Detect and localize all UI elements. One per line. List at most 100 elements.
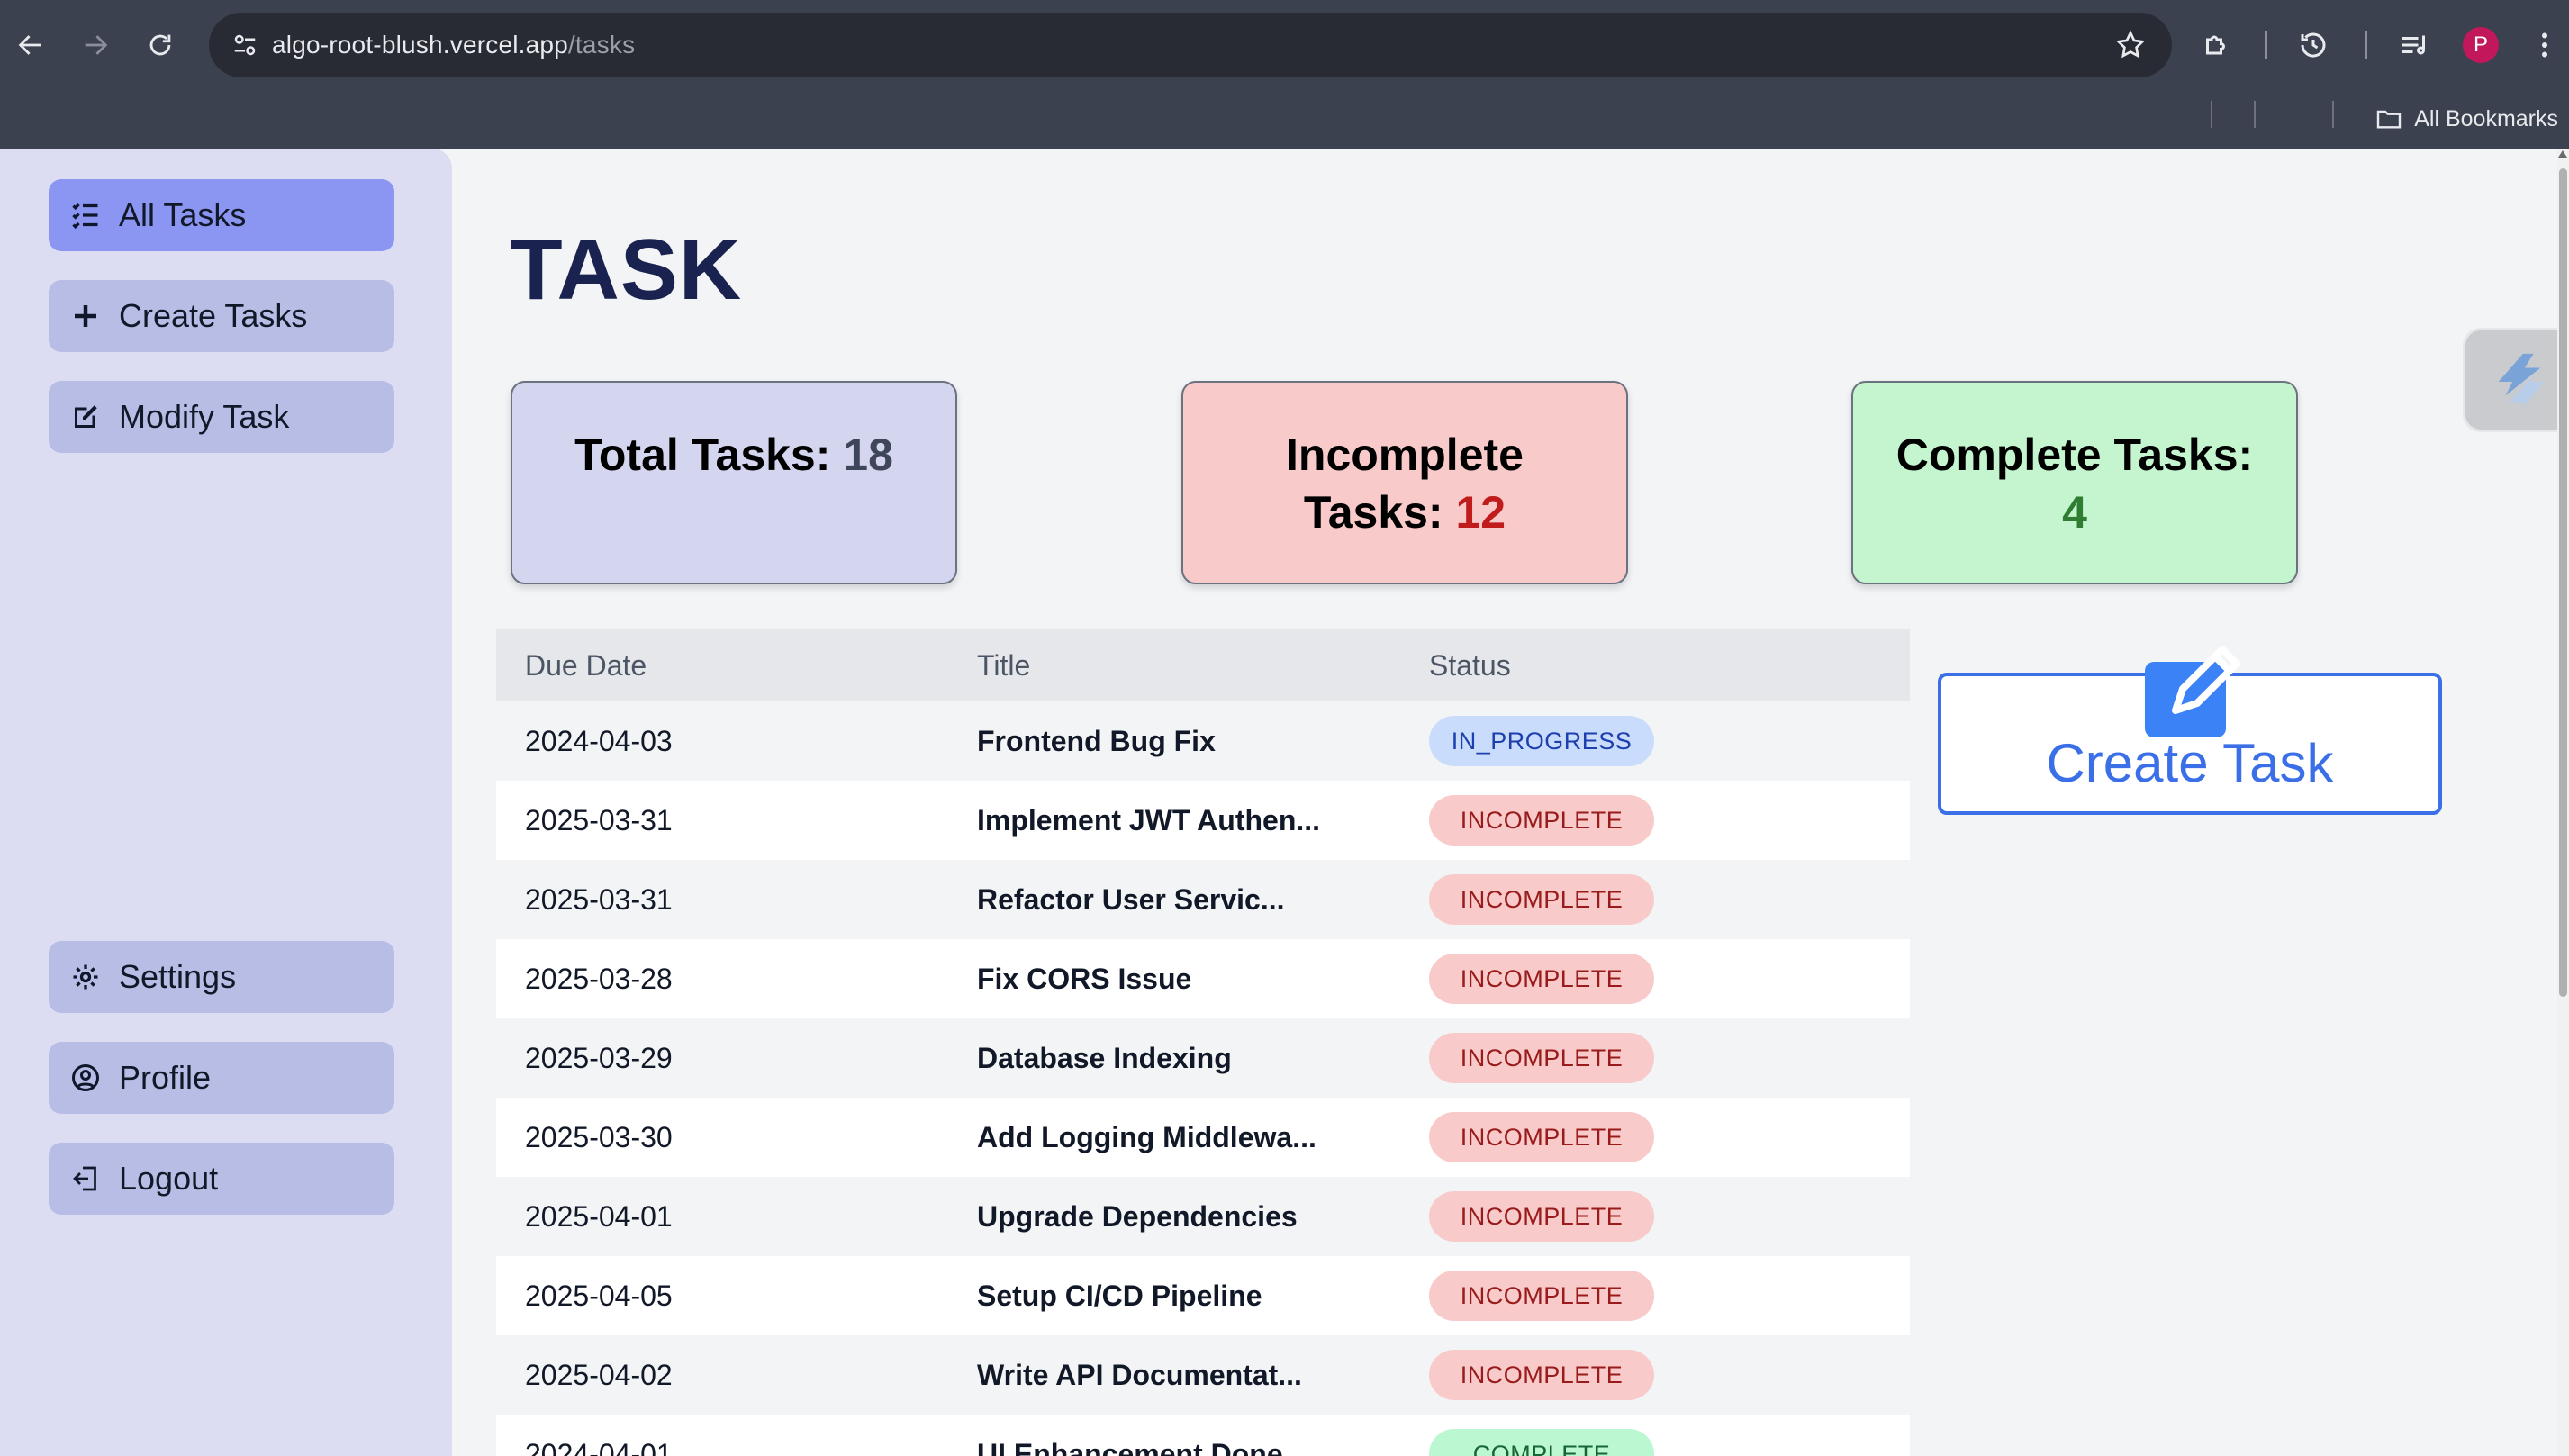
sidebar-item-label: Create Tasks [119, 297, 308, 334]
title-cell: Refactor User Servic... [977, 882, 1285, 916]
table-row[interactable]: 2024-04-01 UI Enhancement Done COMPLETE [496, 1415, 1910, 1456]
complete-tasks-value: 4 [2062, 487, 2087, 538]
bookmarks-bar: All Bookmarks [0, 90, 2569, 149]
status-badge: INCOMPLETE [1429, 874, 1654, 925]
browser-toolbar: algo-root-blush.vercel.app/tasks P [0, 0, 2569, 90]
due-date-cell: 2025-03-31 [525, 882, 673, 916]
title-cell: Database Indexing [977, 1041, 1232, 1074]
page-scrollbar[interactable] [2557, 149, 2569, 1456]
due-date-cell: 2025-03-30 [525, 1120, 673, 1153]
status-cell: INCOMPLETE [1400, 939, 1910, 1018]
toolbar-divider [2265, 31, 2267, 59]
complete-tasks-label: Complete Tasks: [1895, 430, 2254, 480]
sidebar-item-profile[interactable]: Profile [49, 1042, 394, 1114]
create-task-button[interactable]: Create Task [1938, 646, 2442, 815]
table-row[interactable]: 2025-04-02 Write API Documentat... INCOM… [496, 1335, 1910, 1415]
sidebar-item-create-tasks[interactable]: Create Tasks [49, 280, 394, 352]
status-badge: INCOMPLETE [1429, 1191, 1654, 1242]
status-cell: INCOMPLETE [1400, 1177, 1910, 1256]
status-badge: INCOMPLETE [1429, 795, 1654, 846]
total-tasks-label: Total Tasks: [574, 430, 831, 480]
incomplete-tasks-label-line1: Incomplete [1286, 430, 1524, 480]
extension-logo-icon [2498, 353, 2545, 412]
all-bookmarks-button[interactable]: All Bookmarks [2375, 99, 2558, 139]
due-date-cell: 2025-04-02 [525, 1358, 673, 1391]
title-cell: Setup CI/CD Pipeline [977, 1279, 1262, 1312]
reload-icon[interactable] [135, 20, 185, 70]
scroll-up-arrow-icon[interactable] [2558, 150, 2567, 158]
table-row[interactable]: 2025-03-29 Database Indexing INCOMPLETE [496, 1018, 1910, 1098]
sidebar-item-label: Profile [119, 1059, 212, 1096]
sidebar-item-label: All Tasks [119, 196, 247, 233]
all-bookmarks-label: All Bookmarks [2414, 105, 2558, 131]
status-cell: INCOMPLETE [1400, 1335, 1910, 1415]
incomplete-tasks-value: 12 [1455, 487, 1506, 538]
due-date-cell: 2024-04-03 [525, 724, 673, 757]
sidebar-item-modify-task[interactable]: Modify Task [49, 381, 394, 453]
media-queue-icon[interactable] [2391, 22, 2438, 68]
incomplete-tasks-card: Incomplete Tasks: 12 [1181, 381, 1628, 584]
list-check-icon [68, 198, 103, 232]
floating-extension-widget[interactable] [2463, 328, 2569, 432]
status-badge: COMPLETE [1429, 1429, 1654, 1456]
table-row[interactable]: 2025-04-01 Upgrade Dependencies INCOMPLE… [496, 1177, 1910, 1256]
status-cell: INCOMPLETE [1400, 1018, 1910, 1098]
url-text[interactable]: algo-root-blush.vercel.app/tasks [272, 31, 635, 59]
table-row[interactable]: 2025-03-30 Add Logging Middlewa... INCOM… [496, 1098, 1910, 1177]
status-badge: INCOMPLETE [1429, 1350, 1654, 1400]
due-date-cell: 2025-03-29 [525, 1041, 673, 1074]
address-bar[interactable]: algo-root-blush.vercel.app/tasks [209, 13, 2172, 77]
status-cell: INCOMPLETE [1400, 1256, 1910, 1335]
title-cell: Add Logging Middlewa... [977, 1120, 1316, 1153]
plus-icon [68, 299, 103, 333]
site-info-icon[interactable] [218, 13, 272, 77]
profile-avatar[interactable]: P [2463, 27, 2499, 63]
status-badge: INCOMPLETE [1429, 1271, 1654, 1321]
main-content: TASK Total Tasks: 18 Incomplete Tasks: 1… [452, 149, 2569, 1456]
sidebar-item-all-tasks[interactable]: All Tasks [49, 179, 394, 251]
title-cell: Fix CORS Issue [977, 962, 1192, 995]
title-cell: Implement JWT Authen... [977, 803, 1321, 837]
back-arrow-icon[interactable] [5, 20, 56, 70]
table-body: 2024-04-03 Frontend Bug Fix IN_PROGRESS … [496, 701, 1910, 1456]
bookmark-star-icon[interactable] [2114, 29, 2147, 61]
title-cell: Write API Documentat... [977, 1358, 1302, 1391]
total-tasks-card: Total Tasks: 18 [511, 381, 957, 584]
extensions-puzzle-icon[interactable] [2194, 22, 2240, 68]
table-row[interactable]: 2025-03-31 Implement JWT Authen... INCOM… [496, 781, 1910, 860]
table-header-row: Due Date Title Status [496, 629, 1910, 701]
column-header-due-date: Due Date [525, 648, 647, 682]
table-row[interactable]: 2024-04-03 Frontend Bug Fix IN_PROGRESS [496, 701, 1910, 781]
due-date-cell: 2025-03-31 [525, 803, 673, 837]
forward-arrow-icon[interactable] [70, 20, 121, 70]
status-badge: INCOMPLETE [1429, 1033, 1654, 1083]
tasks-table: Due Date Title Status 2024-04-03 Fronten… [496, 629, 1910, 1456]
table-row[interactable]: 2025-03-31 Refactor User Servic... INCOM… [496, 860, 1910, 939]
table-row[interactable]: 2025-03-28 Fix CORS Issue INCOMPLETE [496, 939, 1910, 1018]
create-task-label: Create Task [2046, 733, 2334, 793]
complete-tasks-card: Complete Tasks: 4 [1851, 381, 2298, 584]
status-badge: INCOMPLETE [1429, 954, 1654, 1004]
sidebar-item-label: Modify Task [119, 398, 290, 435]
title-cell: Upgrade Dependencies [977, 1199, 1298, 1233]
history-icon[interactable] [2290, 22, 2337, 68]
title-cell: Frontend Bug Fix [977, 724, 1216, 757]
sidebar-item-logout[interactable]: Logout [49, 1143, 394, 1215]
status-badge: IN_PROGRESS [1429, 716, 1654, 766]
status-badge: INCOMPLETE [1429, 1112, 1654, 1162]
page-title: TASK [510, 222, 743, 318]
folder-icon [2377, 110, 2402, 129]
logout-icon [68, 1162, 103, 1196]
due-date-cell: 2025-04-01 [525, 1199, 673, 1233]
scrollbar-thumb[interactable] [2559, 168, 2567, 997]
due-date-cell: 2024-04-01 [525, 1437, 673, 1456]
gear-icon [68, 960, 103, 994]
column-header-title: Title [977, 648, 1031, 682]
status-cell: INCOMPLETE [1400, 1098, 1910, 1177]
table-row[interactable]: 2025-04-05 Setup CI/CD Pipeline INCOMPLE… [496, 1256, 1910, 1335]
sidebar-item-settings[interactable]: Settings [49, 941, 394, 1013]
kebab-menu-icon[interactable] [2521, 22, 2568, 68]
browser-chrome: algo-root-blush.vercel.app/tasks P All B… [0, 0, 2569, 149]
status-cell: COMPLETE [1400, 1415, 1910, 1456]
incomplete-tasks-label-line2: Tasks: [1303, 487, 1443, 538]
